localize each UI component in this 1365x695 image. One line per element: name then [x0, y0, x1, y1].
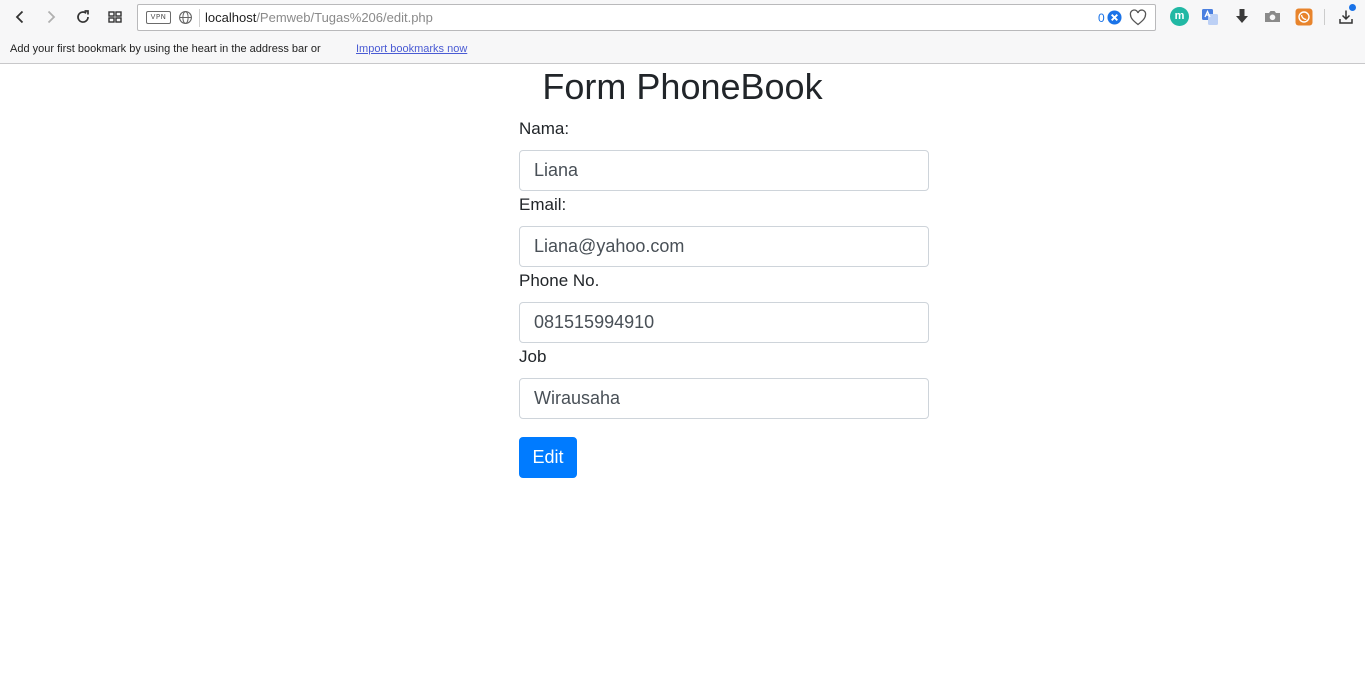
camera-icon[interactable] — [1263, 7, 1282, 26]
camera-glyph — [1265, 11, 1280, 22]
address-separator — [199, 9, 200, 27]
reload-button[interactable] — [71, 5, 95, 29]
job-input[interactable] — [519, 378, 929, 419]
grid-icon — [108, 11, 122, 23]
email-input[interactable] — [519, 226, 929, 267]
page-title: Form PhoneBook — [542, 66, 823, 107]
edit-button[interactable]: Edit — [519, 437, 577, 478]
bookmarks-bar-message: Add your first bookmark by using the hea… — [10, 43, 321, 55]
import-bookmarks-link[interactable]: Import bookmarks now — [356, 42, 467, 56]
phone-label: Phone No. — [519, 271, 600, 290]
download-arrow-icon[interactable] — [1232, 7, 1251, 26]
bookmarks-bar: Add your first bookmark by using the hea… — [0, 34, 1365, 64]
forward-button[interactable] — [39, 5, 63, 29]
vpn-badge[interactable]: VPN — [146, 11, 171, 24]
url-text[interactable]: localhost/Pemweb/Tugas%206/edit.php — [205, 10, 433, 26]
nama-input[interactable] — [519, 150, 929, 191]
download-arrow-glyph — [1235, 8, 1248, 23]
url-host: localhost — [205, 10, 257, 25]
translate-extension-icon[interactable] — [1200, 7, 1219, 26]
back-arrow-icon — [15, 10, 24, 24]
reload-icon — [77, 10, 89, 23]
back-button[interactable] — [8, 5, 32, 29]
globe-icon[interactable] — [178, 10, 193, 25]
address-bar[interactable]: VPN localhost/Pemweb/Tugas%206/edit.php … — [137, 4, 1156, 31]
translate-glyph — [1201, 8, 1218, 25]
nama-label: Nama: — [519, 119, 570, 138]
tracker-blocker-icon[interactable] — [1107, 10, 1122, 25]
job-label: Job — [519, 347, 547, 366]
url-path: /Pemweb/Tugas%206/edit.php — [256, 10, 433, 25]
extension-m-icon[interactable]: m — [1170, 7, 1189, 26]
email-label: Email: — [519, 195, 567, 214]
heart-bookmark-icon[interactable] — [1129, 9, 1147, 26]
whatsapp-glyph — [1295, 8, 1312, 25]
whatsapp-extension-icon[interactable] — [1294, 7, 1313, 26]
phone-input[interactable] — [519, 302, 929, 343]
tracker-count: 0 — [1098, 11, 1105, 25]
forward-arrow-icon — [47, 10, 56, 24]
download-indicator-dot — [1349, 4, 1356, 11]
browser-toolbar: VPN localhost/Pemweb/Tugas%206/edit.php … — [0, 0, 1365, 34]
speed-dial-button[interactable] — [103, 5, 127, 29]
toolbar-separator — [1324, 9, 1325, 25]
